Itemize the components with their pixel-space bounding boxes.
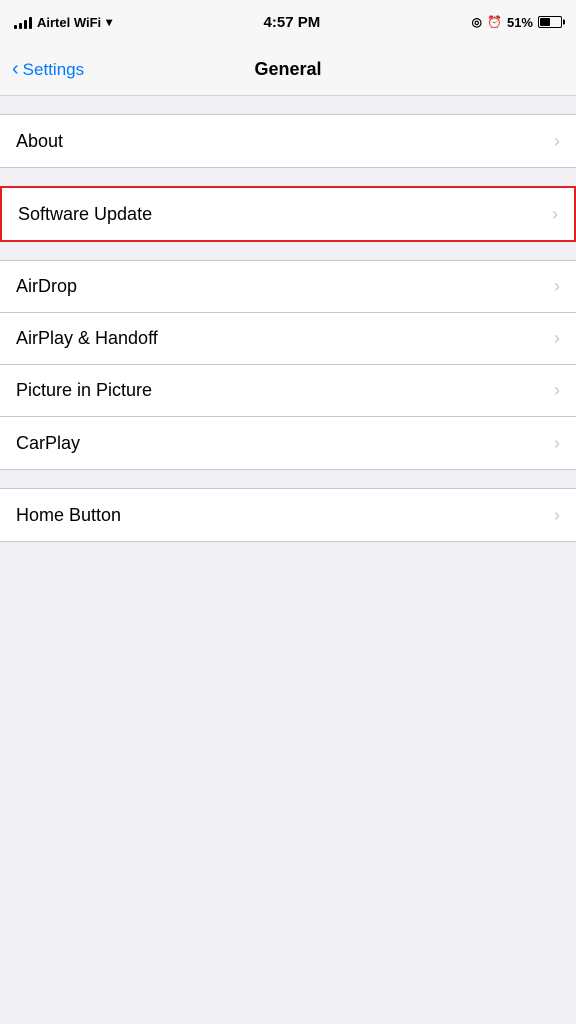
software-update-row[interactable]: Software Update › <box>2 188 574 240</box>
status-left: Airtel WiFi ▾ <box>14 15 112 30</box>
battery-pct-label: 51% <box>507 15 533 30</box>
airdrop-chevron-icon: › <box>554 276 560 297</box>
signal-bars-icon <box>14 15 32 29</box>
battery-icon <box>538 16 562 28</box>
airdrop-row[interactable]: AirDrop › <box>0 261 576 313</box>
carrier-label: Airtel WiFi <box>37 15 101 30</box>
carplay-chevron-icon: › <box>554 433 560 454</box>
airdrop-label: AirDrop <box>16 276 77 297</box>
carplay-label: CarPlay <box>16 433 80 454</box>
home-button-chevron-icon: › <box>554 505 560 526</box>
picture-in-picture-label: Picture in Picture <box>16 380 152 401</box>
carplay-row[interactable]: CarPlay › <box>0 417 576 469</box>
airplay-handoff-row[interactable]: AirPlay & Handoff › <box>0 313 576 365</box>
settings-content: About › Software Update › AirDrop › AirP… <box>0 96 576 542</box>
about-label: About <box>16 131 63 152</box>
nav-bar: ‹ Settings General <box>0 44 576 96</box>
picture-in-picture-chevron-icon: › <box>554 380 560 401</box>
status-right: ◎ ⏰ 51% <box>472 15 562 30</box>
picture-in-picture-row[interactable]: Picture in Picture › <box>0 365 576 417</box>
software-update-label: Software Update <box>18 204 152 225</box>
alarm-icon: ⏰ <box>487 15 502 29</box>
home-button-row[interactable]: Home Button › <box>0 489 576 541</box>
back-label: Settings <box>23 60 84 80</box>
location-icon: ◎ <box>472 15 482 29</box>
section-group-home-button: Home Button › <box>0 488 576 542</box>
wifi-icon: ▾ <box>106 15 112 29</box>
airplay-handoff-chevron-icon: › <box>554 328 560 349</box>
status-time: 4:57 PM <box>264 14 321 31</box>
back-chevron-icon: ‹ <box>12 59 19 79</box>
status-bar: Airtel WiFi ▾ 4:57 PM ◎ ⏰ 51% <box>0 0 576 44</box>
section-group-connectivity: AirDrop › AirPlay & Handoff › Picture in… <box>0 260 576 470</box>
airplay-handoff-label: AirPlay & Handoff <box>16 328 158 349</box>
about-row[interactable]: About › <box>0 115 576 167</box>
home-button-label: Home Button <box>16 505 121 526</box>
about-chevron-icon: › <box>554 131 560 152</box>
section-group-software-update: Software Update › <box>0 186 576 242</box>
back-button[interactable]: ‹ Settings <box>12 60 84 80</box>
software-update-chevron-icon: › <box>552 204 558 225</box>
page-title: General <box>254 59 321 80</box>
section-group-about: About › <box>0 114 576 168</box>
